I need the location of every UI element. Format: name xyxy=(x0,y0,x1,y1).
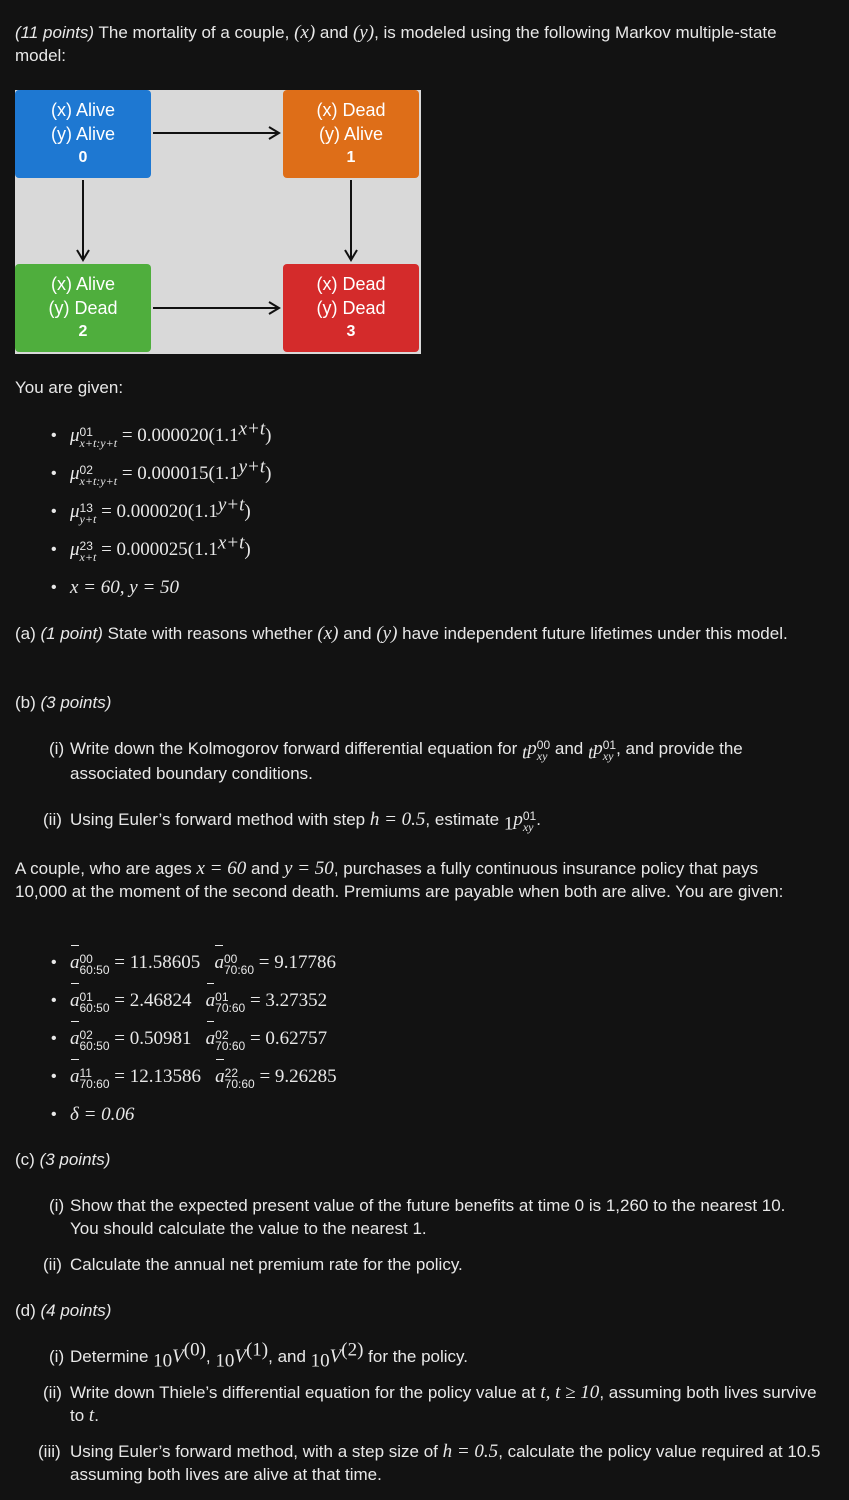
given-item-mu01: μ01x+t:y+t = 0.000020(1.1x+t) xyxy=(0,417,271,455)
annuity-row-01: a0160:50 = 2.46824 a0170:60 = 3.27352 xyxy=(0,982,337,1020)
part-a: (a) (1 point) State with reasons whether… xyxy=(15,623,788,644)
given-item-mu02: μ02x+t:y+t = 0.000015(1.1y+t) xyxy=(0,455,271,493)
given-item-mu23: μ23x+t = 0.000025(1.1x+t) xyxy=(0,531,271,569)
given-label: You are given: xyxy=(15,378,124,397)
part-d-heading: (d) (4 points) xyxy=(15,1301,112,1320)
intro-points: (11 points) xyxy=(15,23,95,42)
given-annuity-values: a0060:50 = 11.58605 a0070:60 = 9.17786 a… xyxy=(0,944,337,1134)
transition-arrows xyxy=(76,126,358,315)
annuity-row-02: a0260:50 = 0.50981 a0270:60 = 0.62757 xyxy=(0,1020,337,1058)
annuity-row-11-22: a1170:60 = 12.13586 a2270:60 = 9.26285 xyxy=(0,1058,337,1096)
document-page: (11 points) The mortality of a couple, (… xyxy=(0,0,849,1500)
part-b-heading: (b) (3 points) xyxy=(15,693,112,712)
intro-paragraph: (11 points) The mortality of a couple, (… xyxy=(15,22,777,65)
annuity-row-00: a0060:50 = 11.58605 a0070:60 = 9.17786 xyxy=(0,944,337,982)
given-item-mu13: μ13y+t = 0.000020(1.1y+t) xyxy=(0,493,271,531)
given-transition-intensities: μ01x+t:y+t = 0.000020(1.1x+t) μ02x+t:y+t… xyxy=(0,417,271,607)
couple-paragraph: A couple, who are ages x = 60 and y = 50… xyxy=(15,858,784,901)
part-c-heading: (c) (3 points) xyxy=(15,1150,111,1169)
given-delta: δ = 0.06 xyxy=(0,1096,337,1134)
given-item-ages: x = 60, y = 50 xyxy=(0,569,271,607)
markov-state-diagram: (x) Alive (y) Alive 0 (x) Dead (y) Alive… xyxy=(15,90,421,354)
